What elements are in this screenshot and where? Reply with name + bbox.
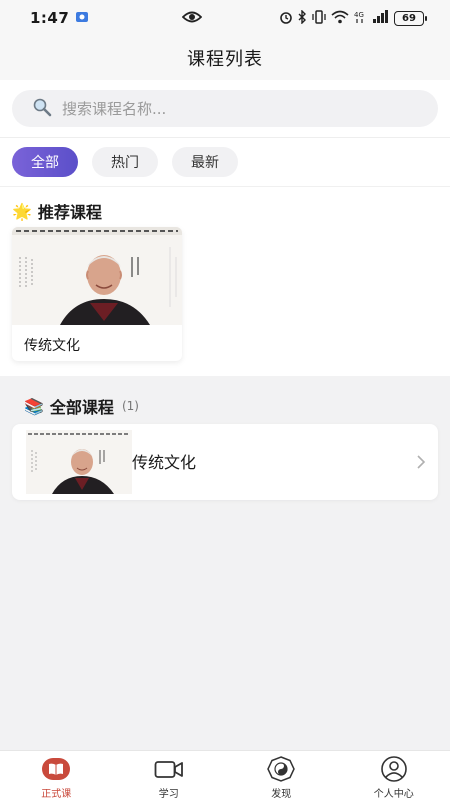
book-icon [40,756,72,782]
course-count: (1) [121,399,139,413]
tab-discover[interactable]: 发现 [225,751,338,800]
video-camera-icon [153,756,185,782]
page-title: 课程列表 [187,49,263,70]
tab-profile-label: 个人中心 [373,789,414,800]
star-icon: 🌟 [12,201,32,221]
bagua-icon [265,756,297,782]
recommended-course-card[interactable]: 传统文化 [12,227,182,361]
recommended-heading: 🌟 推荐课程 [12,199,102,223]
filter-newest[interactable]: 最新 [172,147,238,177]
search-input[interactable] [62,99,402,118]
tab-formal-course-label: 正式课 [41,789,72,800]
signal-icon [373,10,389,26]
battery-indicator: 69 [394,10,427,26]
search-section [0,80,450,138]
bluetooth-icon [298,8,307,27]
search-bar[interactable] [12,90,438,127]
books-icon: 📚 [24,396,44,416]
search-icon [32,97,52,121]
app-notification-icon [75,9,89,27]
all-courses-heading: 📚 全部课程 (1) [24,394,139,418]
vibrate-icon [312,9,326,27]
tab-profile[interactable]: 个人中心 [338,751,450,800]
course-title: 传统文化 [132,453,197,472]
eye-icon [181,10,203,28]
alarm-icon [279,10,293,27]
course-thumbnail [26,430,132,494]
user-icon [378,756,410,782]
status-bar: 1:47 4G 69 [0,0,450,36]
all-courses-title: 全部课程 [49,398,114,417]
wifi-icon [331,10,349,27]
tab-discover-label: 发现 [271,789,292,800]
nav-bar: 课程列表 [0,36,450,80]
filter-all[interactable]: 全部 [12,147,78,177]
bottom-tab-bar: 正式课 学习 发现 个人中心 [0,750,450,800]
filter-hot[interactable]: 热门 [92,147,158,177]
recommended-section: 🌟 推荐课程 传统文化 [0,186,450,376]
svg-text:4G: 4G [354,11,364,19]
chevron-right-icon [416,454,426,474]
mobile-data-icon: 4G [354,10,368,27]
tab-study[interactable]: 学习 [113,751,226,800]
course-list-item[interactable]: 传统文化 [12,424,438,500]
recommended-title: 推荐课程 [37,203,102,222]
all-courses-section: 📚 全部课程 (1) 传统文化 [0,376,450,750]
recommended-course-title: 传统文化 [24,338,80,354]
tab-study-label: 学习 [158,789,179,800]
tab-formal-course[interactable]: 正式课 [0,751,113,800]
status-time: 1:47 [30,9,70,27]
course-poster-image [12,227,182,325]
filter-tabs: 全部 热门 最新 [0,138,450,186]
